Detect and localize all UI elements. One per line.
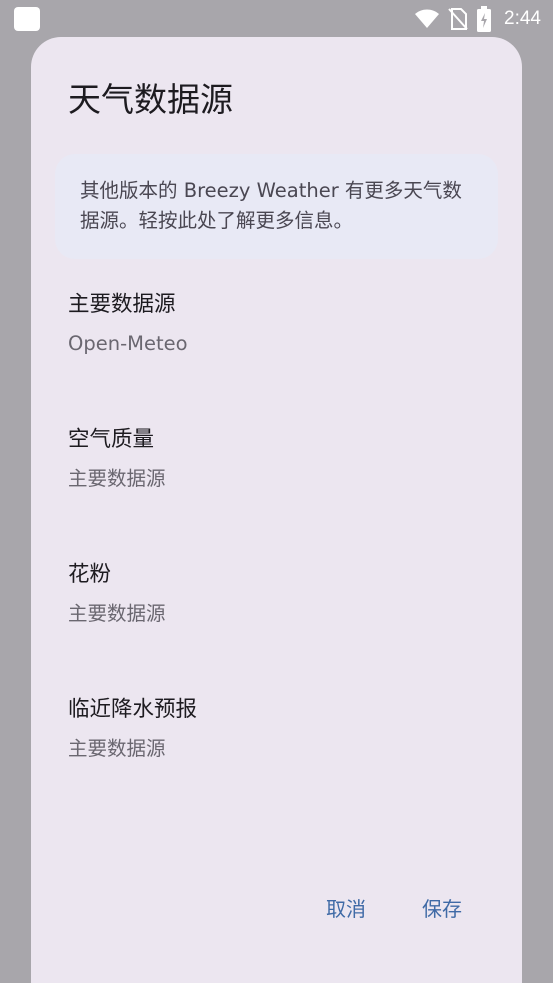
info-card[interactable]: 其他版本的 Breezy Weather 有更多天气数据源。轻按此处了解更多信息… [55, 154, 498, 259]
pref-main-source[interactable]: 主要数据源 Open-Meteo [68, 290, 488, 358]
pref-title: 花粉 [68, 562, 112, 587]
pref-air-quality[interactable]: 空气质量 主要数据源 [68, 425, 488, 493]
pref-summary: 主要数据源 [68, 467, 166, 490]
pref-nowcasting[interactable]: 临近降水预报 主要数据源 [68, 695, 488, 763]
status-time: 2:44 [504, 8, 541, 29]
weather-source-dialog: 天气数据源 其他版本的 Breezy Weather 有更多天气数据源。轻按此处… [31, 37, 522, 983]
pref-title: 空气质量 [68, 427, 155, 452]
pref-summary: Open-Meteo [68, 332, 188, 355]
pref-title: 临近降水预报 [68, 697, 198, 722]
battery-charging-icon [477, 6, 492, 32]
dialog-actions: 取消 保存 [326, 893, 462, 922]
status-icons: 2:44 [414, 0, 541, 38]
cancel-button[interactable]: 取消 [326, 893, 366, 922]
dialog-title: 天气数据源 [68, 80, 233, 119]
pref-summary: 主要数据源 [68, 602, 166, 625]
status-bar: 2:44 [0, 0, 553, 38]
wifi-icon [415, 9, 440, 28]
notification-icon [14, 7, 40, 31]
save-button[interactable]: 保存 [422, 893, 462, 922]
no-sim-icon [448, 8, 468, 30]
pref-summary: 主要数据源 [68, 737, 166, 760]
pref-pollen[interactable]: 花粉 主要数据源 [68, 560, 488, 628]
pref-title: 主要数据源 [68, 292, 176, 317]
